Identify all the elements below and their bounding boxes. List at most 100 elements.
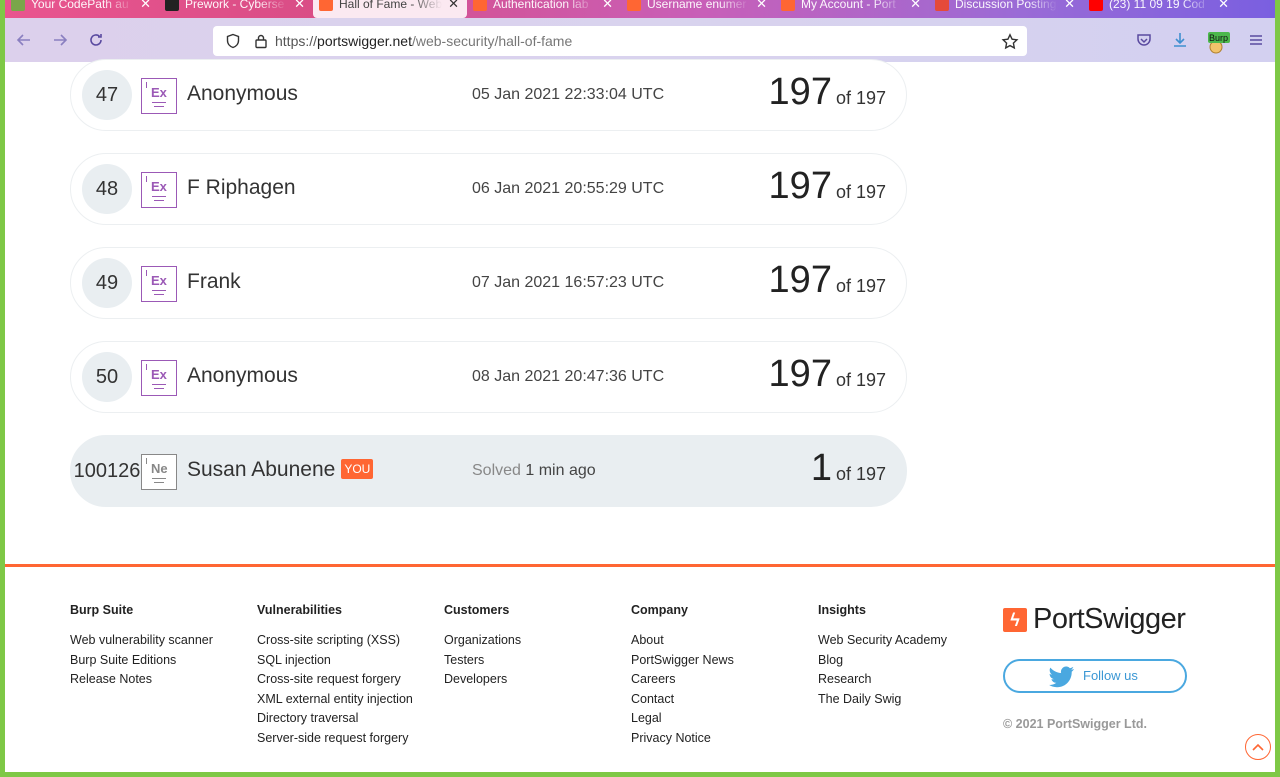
site-footer: Burp Suite Web vulnerability scanner Bur… xyxy=(5,564,1275,772)
tab-close-icon[interactable]: ✕ xyxy=(448,0,459,12)
score-total: of 197 xyxy=(835,464,886,484)
footer-link[interactable]: Directory traversal xyxy=(257,709,413,729)
portswigger-logo[interactable]: ϟ PortSwigger xyxy=(1003,603,1186,636)
footer-link[interactable]: About xyxy=(631,631,734,651)
tab-close-icon[interactable]: ✕ xyxy=(1218,0,1229,12)
forward-arrow-icon[interactable] xyxy=(50,30,70,50)
tab-close-icon[interactable]: ✕ xyxy=(294,0,305,12)
shield-icon[interactable] xyxy=(225,33,241,49)
footer-link[interactable]: Privacy Notice xyxy=(631,729,734,749)
footer-link[interactable]: Blog xyxy=(818,651,947,671)
completion-date: 06 Jan 2021 20:55:29 UTC xyxy=(472,180,665,197)
browser-tab[interactable]: Discussion Posting ✕ xyxy=(929,0,1083,18)
player-name: F Riphagen xyxy=(187,176,296,199)
browser-tab[interactable]: Prework - Cyberse ✕ xyxy=(159,0,313,18)
footer-link[interactable]: Careers xyxy=(631,670,734,690)
footer-link[interactable]: Cross-site request forgery xyxy=(257,670,413,690)
footer-link[interactable]: Server-side request forgery xyxy=(257,729,413,749)
back-arrow-icon[interactable] xyxy=(14,30,34,50)
tab-title: Hall of Fame - Web xyxy=(339,0,443,11)
player-name: Anonymous xyxy=(187,82,298,105)
url-scheme: https:// xyxy=(275,33,318,49)
leaderboard-row: 47 Ex Anonymous 05 Jan 2021 22:33:04 UTC… xyxy=(70,59,907,131)
tab-title: Your CodePath au xyxy=(31,0,129,11)
rank-circle: 50 xyxy=(82,352,132,402)
rank-circle: 47 xyxy=(82,70,132,120)
tab-favicon-icon xyxy=(1089,0,1103,11)
footer-link[interactable]: Cross-site scripting (XSS) xyxy=(257,631,413,651)
badge-label: Ex xyxy=(151,85,167,100)
twitter-bird-icon xyxy=(1049,666,1075,688)
solved-status: Solved 1 min ago xyxy=(472,462,596,480)
footer-link[interactable]: Developers xyxy=(444,670,521,690)
badge-label: Ex xyxy=(151,179,167,194)
your-rank: 100126 xyxy=(73,460,141,482)
footer-heading: Burp Suite xyxy=(70,603,134,617)
expert-badge-icon: Ex xyxy=(141,172,177,208)
tab-close-icon[interactable]: ✕ xyxy=(602,0,613,12)
player-name: Susan Abunene YOU xyxy=(187,458,374,482)
browser-tab[interactable]: Your CodePath au ✕ xyxy=(5,0,159,18)
score-total: of 197 xyxy=(835,276,886,296)
portswigger-logo-icon: ϟ xyxy=(1003,607,1027,632)
you-badge: YOU xyxy=(341,459,374,479)
menu-icon[interactable] xyxy=(1246,30,1266,50)
footer-link[interactable]: Legal xyxy=(631,709,734,729)
pocket-icon[interactable] xyxy=(1134,30,1154,50)
player-name: Frank xyxy=(187,270,241,293)
footer-link[interactable]: XML external entity injection xyxy=(257,690,413,710)
score-value: 197 xyxy=(768,165,832,207)
footer-link[interactable]: Burp Suite Editions xyxy=(70,651,213,671)
footer-link[interactable]: The Daily Swig xyxy=(818,690,947,710)
url-path: /web-security/hall-of-fame xyxy=(411,33,573,49)
browser-tab[interactable]: Username enumer ✕ xyxy=(621,0,775,18)
lock-icon[interactable] xyxy=(253,33,269,49)
footer-link[interactable]: Web Security Academy xyxy=(818,631,947,651)
bookmark-star-icon[interactable] xyxy=(1001,33,1019,50)
browser-tab[interactable]: (23) 11 09 19 Cod ✕ xyxy=(1083,0,1237,18)
footer-link[interactable]: Research xyxy=(818,670,947,690)
score: 197 of 197 xyxy=(769,353,886,396)
score: 197 of 197 xyxy=(769,71,886,114)
url-host: portswigger.net xyxy=(317,33,412,49)
tab-title: Prework - Cyberse xyxy=(185,0,285,11)
expert-badge-icon: Ex xyxy=(141,78,177,114)
score-value: 197 xyxy=(768,71,832,113)
reload-icon[interactable] xyxy=(86,30,106,50)
tab-close-icon[interactable]: ✕ xyxy=(910,0,921,12)
footer-heading: Company xyxy=(631,603,688,617)
address-bar[interactable]: https://portswigger.net/web-security/hal… xyxy=(213,26,1027,56)
browser-tab[interactable]: Hall of Fame - Web ✕ xyxy=(313,0,467,18)
completion-date: 07 Jan 2021 16:57:23 UTC xyxy=(472,274,665,291)
score: 197 of 197 xyxy=(769,165,886,208)
footer-link[interactable]: Web vulnerability scanner xyxy=(70,631,213,651)
footer-heading: Vulnerabilities xyxy=(257,603,342,617)
tab-strip: Your CodePath au ✕ Prework - Cyberse ✕ Hall … xyxy=(5,0,1275,18)
leaderboard-row: 49 Ex Frank 07 Jan 2021 16:57:23 UTC 197… xyxy=(70,247,907,319)
browser-tab[interactable]: Authentication lab ✕ xyxy=(467,0,621,18)
tab-close-icon[interactable]: ✕ xyxy=(140,0,151,12)
solved-time: 1 min ago xyxy=(525,462,596,479)
browser-tab[interactable]: My Account - Port ✕ xyxy=(775,0,929,18)
footer-link[interactable]: PortSwigger News xyxy=(631,651,734,671)
score-total: of 197 xyxy=(835,182,886,202)
download-icon[interactable] xyxy=(1170,30,1190,50)
footer-link[interactable]: Testers xyxy=(444,651,521,671)
footer-link[interactable]: SQL injection xyxy=(257,651,413,671)
burp-extension-icon[interactable]: Burp xyxy=(1204,30,1232,54)
footer-link[interactable]: Organizations xyxy=(444,631,521,651)
score-value: 1 xyxy=(810,447,832,489)
scroll-to-top-icon[interactable] xyxy=(1245,734,1271,760)
follow-us-button[interactable]: Follow us xyxy=(1003,659,1187,693)
tab-close-icon[interactable]: ✕ xyxy=(756,0,767,12)
footer-link[interactable]: Contact xyxy=(631,690,734,710)
footer-link[interactable]: Release Notes xyxy=(70,670,213,690)
footer-heading: Insights xyxy=(818,603,866,617)
badge-label: Ex xyxy=(151,273,167,288)
leaderboard-row: 50 Ex Anonymous 08 Jan 2021 20:47:36 UTC… xyxy=(70,341,907,413)
url-text[interactable]: https://portswigger.net/web-security/hal… xyxy=(275,33,572,49)
your-leaderboard-row: 100126 Ne Susan Abunene YOU Solved 1 min … xyxy=(70,435,907,507)
tab-favicon-icon xyxy=(627,0,641,11)
footer-column-vulnerabilities: Vulnerabilities Cross-site scripting (XS… xyxy=(257,603,413,749)
tab-close-icon[interactable]: ✕ xyxy=(1064,0,1075,12)
